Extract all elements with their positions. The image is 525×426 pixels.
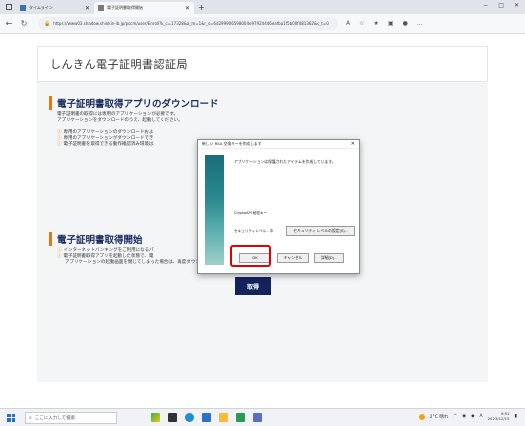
more-menu-icon[interactable]: … (417, 20, 423, 27)
close-window-button[interactable]: ✕ (514, 2, 519, 9)
minimize-button[interactable]: − (483, 2, 488, 9)
site-header: しんきん電子証明書認証局 (37, 46, 488, 82)
address-url: https://www03.shadow.shinkin-ib.jp/pccm/… (53, 21, 329, 26)
info-icon: ⓘ (57, 248, 62, 253)
security-level-button[interactable]: セキュリティ レベルの設定(S)... (286, 226, 355, 236)
info-icon: ⓘ (57, 254, 62, 259)
task-view-icon[interactable] (168, 413, 177, 422)
dialog-key-illustration (205, 155, 224, 265)
weather-icon (418, 413, 425, 420)
system-tray: 2°C 晴れ ^ ◉ ◆ A 9:51 2023/12/15 ▮ (418, 411, 517, 421)
taskbar-apps (151, 413, 262, 422)
refresh-icon[interactable]: ↻ (18, 19, 30, 28)
lock-icon: 🔒 (44, 20, 51, 27)
window-controls: − □ ✕ (483, 2, 519, 9)
clock-date: 2023/12/15 (487, 415, 510, 421)
rsa-key-dialog: 新しい RSA 交換キーを作成します ✕ アプリケーションは保護されたアイテムを… (197, 139, 360, 274)
edge-icon[interactable] (185, 413, 194, 422)
app-window-icon[interactable] (253, 413, 262, 422)
volume-icon[interactable]: ◆ (471, 414, 474, 419)
collections-icon[interactable]: ▣ (388, 20, 394, 27)
acquire-button[interactable]: 取得 (235, 277, 271, 295)
widgets-icon[interactable] (151, 413, 160, 422)
window-menu-icon[interactable] (6, 4, 12, 10)
tab-favicon-icon (20, 5, 26, 11)
info-icon: ⓘ (57, 130, 62, 135)
read-aloud-icon[interactable]: A (346, 20, 350, 27)
info-icon: ⓘ (57, 136, 62, 141)
dialog-csp-label: CryptoAPI 秘密キー (234, 211, 268, 215)
browser-tabstrip: タイムライン ✕ 電子証明書取得開始 ✕ + − □ ✕ (0, 0, 525, 14)
info-icon: ⓘ (57, 142, 62, 147)
ok-button[interactable]: OK (239, 253, 271, 263)
dialog-security-level: セキュリティレベル - 中 (234, 229, 274, 233)
dialog-titlebar: 新しい RSA 交換キーを作成します ✕ (198, 140, 359, 149)
new-tab-button[interactable]: + (198, 3, 205, 12)
store-icon[interactable] (202, 413, 211, 422)
dialog-title: 新しい RSA 交換キーを作成します (202, 141, 262, 146)
ime-indicator[interactable]: A (480, 414, 483, 419)
address-bar[interactable]: 🔒 https://www03.shadow.shinkin-ib.jp/pcc… (38, 17, 338, 30)
weather-text[interactable]: 2°C 晴れ (430, 414, 449, 420)
taskbar: ⌕ ここに入力して検索 2°C 晴れ ^ ◉ ◆ A 9:51 2023/12/… (0, 408, 525, 426)
browser-toolbar: ← ↻ 🔒 https://www03.shadow.shinkin-ib.jp… (0, 14, 525, 34)
details-button[interactable]: 詳細(D)... (314, 253, 344, 263)
profile-icon[interactable]: ● (403, 20, 408, 27)
tab-close-icon[interactable]: ✕ (85, 5, 90, 12)
tray-chevron-icon[interactable]: ^ (453, 414, 457, 419)
app-icon[interactable] (236, 413, 245, 422)
search-icon: ⌕ (29, 414, 32, 421)
tab-close-icon[interactable]: ✕ (185, 5, 190, 12)
section-download-text-2: アプリケーションをダウンロードのうえ、起動してください。 (57, 118, 183, 123)
browser-tools: A ☆ ★ ▣ ● … (346, 20, 423, 27)
clock[interactable]: 9:51 2023/12/15 (487, 411, 510, 421)
taskbar-search-placeholder: ここに入力して検索 (34, 415, 76, 421)
back-arrow-icon[interactable]: ← (3, 19, 15, 28)
dialog-close-icon[interactable]: ✕ (351, 141, 355, 147)
maximize-button[interactable]: □ (498, 2, 504, 9)
favorites-icon[interactable]: ★ (374, 20, 379, 27)
notification-icon[interactable]: ▮ (515, 414, 517, 419)
network-icon[interactable]: ◉ (462, 414, 466, 419)
section-acquire-title: 電子証明書取得開始 (49, 232, 143, 246)
taskbar-search[interactable]: ⌕ ここに入力して検索 (25, 411, 117, 424)
tab-favicon-icon (98, 5, 104, 11)
cancel-button[interactable]: キャンセル (277, 253, 309, 263)
download-note-3: ⓘ 電子証明書を取得できる動作確認済み環境は (57, 142, 154, 147)
explorer-icon[interactable] (219, 413, 228, 422)
section-download-title: 電子証明書取得アプリのダウンロード (49, 96, 219, 110)
tab-timeline[interactable]: タイムライン ✕ (16, 2, 94, 14)
tab-certificate-start[interactable]: 電子証明書取得開始 ✕ (94, 2, 194, 14)
windows-start-icon[interactable] (7, 413, 15, 422)
dialog-message: アプリケーションは保護されたアイテムを作成しています。 (234, 159, 336, 164)
favorite-star-icon[interactable]: ☆ (359, 20, 364, 27)
site-title: しんきん電子証明書認証局 (50, 58, 188, 71)
